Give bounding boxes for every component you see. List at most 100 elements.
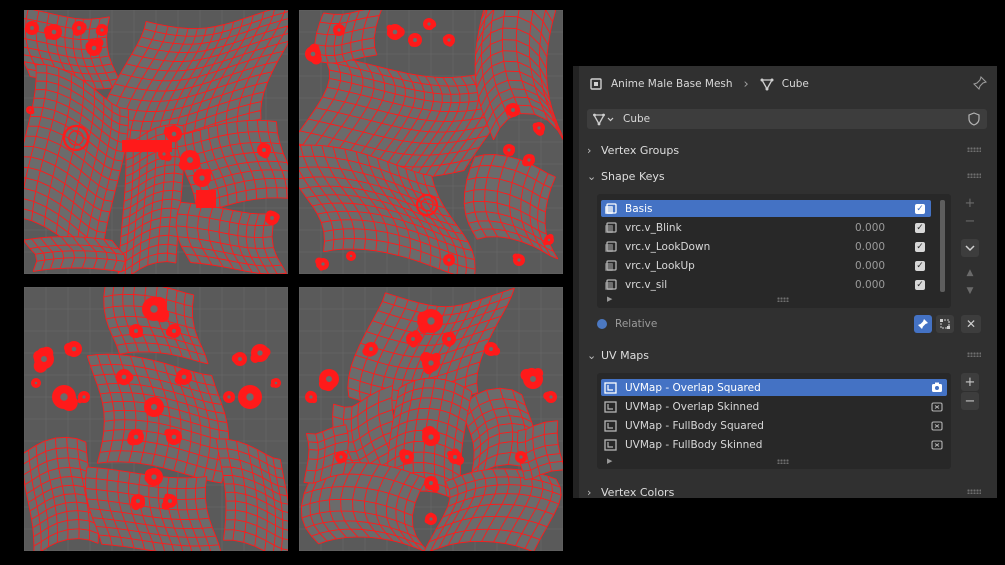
shape-key-value[interactable]: 0.000 (855, 260, 915, 272)
add-uv-map-button[interactable]: + (961, 373, 979, 391)
camera-render-icon[interactable] (931, 382, 943, 393)
shape-keys-scrollbar[interactable] (940, 200, 945, 292)
uv-island (24, 236, 126, 273)
shape-keys-list[interactable]: Basis ✓ vrc.v_Blink 0.000 ✓ vrc.v_LookDo… (597, 194, 951, 308)
uv-island (215, 438, 288, 551)
shape-key-row[interactable]: vrc.v_sil 0.000 ✓ (601, 276, 931, 293)
shape-key-name: vrc.v_sil (625, 278, 668, 291)
uv-dense-island (315, 257, 329, 271)
uv-dense-island (238, 385, 262, 409)
uv-map-row[interactable]: UVMap - FullBody Squared (601, 417, 947, 434)
fake-user-shield-icon[interactable] (967, 112, 981, 126)
clear-shape-keys-button[interactable]: ✕ (961, 315, 981, 333)
shape-key-enable-checkbox[interactable]: ✓ (915, 241, 925, 252)
uv-dense-island (25, 21, 39, 35)
uv-dense-island (522, 154, 535, 167)
remove-shape-key-button[interactable]: − (961, 212, 979, 230)
shape-key-value[interactable]: 0.000 (855, 279, 915, 291)
uv-dense-island (333, 24, 345, 36)
shape-key-row[interactable]: vrc.v_Blink 0.000 ✓ (601, 219, 931, 236)
section-header-uv-maps[interactable]: ⌄ UV Maps (587, 344, 987, 366)
shape-key-edit-mode-button[interactable] (936, 315, 954, 333)
section-header-vertex-colors[interactable]: › Vertex Colors (587, 481, 987, 498)
drag-grip-icon[interactable] (967, 173, 981, 178)
camera-render-icon[interactable] (931, 420, 943, 431)
uv-dense-island (231, 352, 247, 366)
drag-grip-icon[interactable] (967, 352, 981, 357)
drag-grip-icon[interactable] (967, 147, 981, 152)
section-header-shape-keys[interactable]: ⌄ Shape Keys (587, 165, 987, 187)
shape-key-enable-checkbox[interactable]: ✓ (915, 222, 925, 233)
uv-dense-island (33, 346, 54, 373)
shape-key-icon (605, 221, 617, 233)
uv-map-name: UVMap - Overlap Skinned (625, 400, 760, 413)
uv-island (516, 420, 563, 481)
uv-dense-island (512, 253, 525, 266)
breadcrumb-separator-icon: › (743, 76, 749, 92)
uv-map-icon (604, 438, 617, 451)
uv-map-row[interactable]: UVMap - Overlap Skinned (601, 398, 947, 415)
section-title-shape-keys: Shape Keys (601, 169, 665, 183)
uv-dense-island (543, 390, 557, 403)
uv-dense-island (515, 451, 527, 463)
pin-icon[interactable] (973, 76, 987, 90)
properties-tab-strip (573, 66, 579, 498)
uv-panel-top-right[interactable] (299, 10, 563, 274)
uv-map-icon (604, 419, 617, 432)
shape-key-enable-checkbox[interactable]: ✓ (915, 260, 925, 271)
shape-key-pin-button[interactable] (914, 315, 932, 333)
shape-key-row[interactable]: vrc.v_LookDown 0.000 ✓ (601, 238, 931, 255)
shape-key-enable-checkbox[interactable]: ✓ (915, 279, 925, 290)
uv-map-icon (604, 400, 617, 413)
uv-map-row[interactable]: UVMap - Overlap Squared (601, 379, 947, 396)
edit-mode-vertices-icon (940, 319, 950, 329)
uv-maps-list[interactable]: UVMap - Overlap Squared UVMap - Overlap … (597, 373, 951, 469)
uv-dense-island (144, 397, 164, 417)
uv-panel-bottom-left[interactable] (24, 287, 288, 551)
uv-dense-island (52, 385, 78, 412)
section-header-vertex-groups[interactable]: › Vertex Groups (587, 139, 987, 161)
relative-checkbox[interactable] (597, 319, 607, 329)
object-icon (590, 78, 602, 90)
relative-toggle[interactable]: Relative (597, 318, 657, 330)
chevron-right-icon: › (587, 143, 592, 157)
list-resize-grip-icon[interactable] (777, 297, 789, 302)
shape-key-row[interactable]: vrc.v_LookUp 0.000 ✓ (601, 257, 931, 274)
breadcrumb-mesh-name: Cube (781, 78, 809, 90)
shape-key-value[interactable]: 0.000 (855, 222, 915, 234)
uv-dense-island (346, 251, 356, 261)
shape-key-enable-checkbox[interactable]: ✓ (915, 203, 925, 214)
camera-render-icon[interactable] (931, 401, 943, 412)
camera-render-icon[interactable] (931, 439, 943, 450)
list-resize-grip-icon[interactable] (777, 459, 789, 464)
drag-grip-icon[interactable] (967, 489, 981, 494)
uv-map-row[interactable]: UVMap - FullBody Skinned (601, 436, 947, 453)
uv-panel-top-left[interactable] (24, 10, 288, 274)
uv-layout-top-right (299, 10, 563, 274)
shape-key-icon (605, 259, 617, 271)
chevron-down-icon: ⌄ (587, 348, 597, 362)
add-shape-key-button[interactable]: + (961, 194, 979, 212)
shape-key-value[interactable]: 0.000 (855, 241, 915, 253)
move-shape-key-up-button[interactable]: ▲ (961, 264, 979, 282)
pin-icon (918, 319, 928, 329)
uv-panel-bottom-right[interactable] (299, 287, 563, 551)
uv-dense-island (318, 369, 339, 392)
uv-dense-island (503, 144, 515, 156)
shape-key-name: vrc.v_LookUp (625, 259, 695, 272)
uv-map-name: UVMap - Overlap Squared (625, 381, 761, 394)
chevron-right-icon: › (587, 485, 592, 499)
uv-dense-island (386, 24, 405, 41)
uv-dense-island (63, 341, 82, 357)
uv-dense-island (265, 210, 280, 225)
list-filter-expander-icon[interactable]: ▶ (607, 457, 612, 465)
remove-uv-map-button[interactable]: − (961, 392, 979, 410)
move-shape-key-down-button[interactable]: ▼ (961, 282, 979, 300)
mesh-data-dropdown-icon[interactable] (593, 112, 615, 126)
uv-dense-island (270, 378, 281, 388)
shape-key-row[interactable]: Basis ✓ (601, 200, 931, 217)
list-filter-expander-icon[interactable]: ▶ (607, 295, 612, 303)
shape-key-specials-button[interactable] (961, 239, 979, 257)
mesh-datablock-selector[interactable]: Cube (587, 109, 987, 129)
breadcrumb-object-name: Anime Male Base Mesh (611, 78, 733, 90)
